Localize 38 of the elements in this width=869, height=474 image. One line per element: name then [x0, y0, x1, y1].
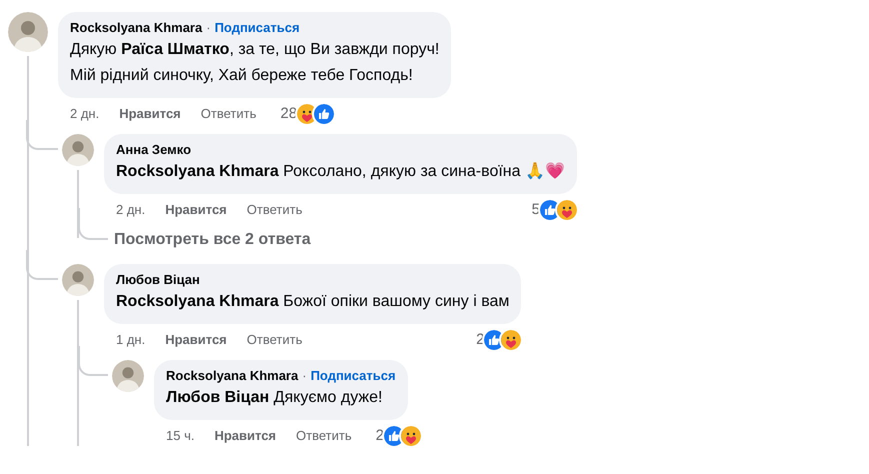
- care-reaction-icon: [501, 330, 522, 350]
- avatar[interactable]: [8, 12, 48, 52]
- like-reaction-icon: [540, 200, 560, 220]
- comment-text: Любов Віцан Дякуємо дуже!: [166, 388, 384, 408]
- author-name[interactable]: Любов Віцан: [116, 271, 200, 289]
- care-reaction-icon: [556, 200, 577, 220]
- follow-link[interactable]: Подписаться: [310, 367, 396, 385]
- comment-time[interactable]: 2 дн.: [70, 104, 100, 124]
- like-link[interactable]: Нравится: [165, 200, 227, 220]
- reaction-count[interactable]: 2: [376, 424, 384, 448]
- like-link[interactable]: Нравится: [119, 104, 181, 124]
- like-reaction-icon: [314, 104, 334, 124]
- reply-link[interactable]: Ответить: [200, 104, 256, 124]
- separator-dot: ·: [206, 19, 211, 37]
- view-replies-link[interactable]: Посмотреть все 2 ответа: [114, 228, 311, 252]
- reply-link[interactable]: Ответить: [246, 200, 302, 220]
- comment-text: Rocksolyana Khmara Божої опіки вашому сину і вам: [116, 292, 510, 312]
- care-reaction-icon: [400, 426, 421, 446]
- comment-text: Rocksolyana Khmara Роксолано, дякую за сина-воїна 🙏💗: [116, 161, 565, 182]
- comment-time[interactable]: 15 ч.: [166, 426, 194, 446]
- reply-link[interactable]: Ответить: [246, 330, 302, 350]
- author-name[interactable]: Rocksolyana Khmara: [70, 19, 202, 37]
- reply-link[interactable]: Ответить: [296, 426, 352, 446]
- comment-time[interactable]: 1 дн.: [116, 330, 146, 350]
- avatar[interactable]: [112, 360, 144, 392]
- comment-time[interactable]: 2 дн.: [116, 200, 146, 220]
- like-link[interactable]: Нравится: [214, 426, 276, 446]
- author-name[interactable]: Анна Земко: [116, 141, 192, 159]
- author-name[interactable]: Rocksolyana Khmara: [166, 367, 298, 385]
- separator-dot: ·: [302, 367, 307, 385]
- avatar[interactable]: [62, 134, 94, 166]
- follow-link[interactable]: Подписаться: [214, 19, 300, 37]
- like-reaction-icon: [384, 426, 404, 446]
- avatar[interactable]: [62, 264, 94, 296]
- care-reaction-icon: [297, 104, 318, 124]
- comment-text: Дякую Раїса Шматко, за те, що Ви завжди поруч! Мій рідний синочку, Хай береже тебе Господь!: [70, 40, 440, 86]
- like-reaction-icon: [484, 330, 504, 350]
- like-link[interactable]: Нравится: [165, 330, 227, 350]
